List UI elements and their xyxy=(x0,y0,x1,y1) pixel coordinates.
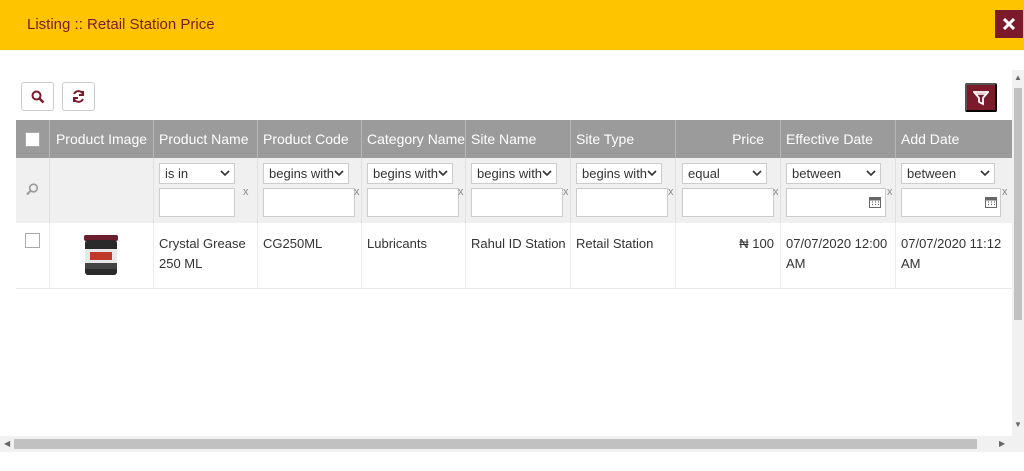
table-row[interactable]: Crystal Grease 250 ML CG250ML Lubricants… xyxy=(16,223,1012,289)
filter-cell-site-type: begins with x xyxy=(571,158,676,223)
clear-filter-category-name[interactable]: x xyxy=(458,186,464,198)
filter-op-select-add-date[interactable]: between xyxy=(901,163,995,184)
scroll-down-icon[interactable]: ▼ xyxy=(1014,420,1022,429)
clear-filter-site-type[interactable]: x xyxy=(668,186,674,198)
filter-icon xyxy=(973,90,989,105)
refresh-button[interactable] xyxy=(62,82,95,111)
filter-input-price[interactable] xyxy=(682,188,774,217)
filter-cell-add-date: between x xyxy=(896,158,1012,223)
title-bar: Listing :: Retail Station Price xyxy=(0,0,1024,50)
clear-filter-product-name[interactable]: x xyxy=(243,186,249,198)
filter-op-select-price[interactable]: equal xyxy=(682,163,767,184)
row-checkbox[interactable] xyxy=(25,233,40,248)
col-header-category-name[interactable]: Category Name xyxy=(362,120,466,158)
filter-cell-image xyxy=(50,158,154,223)
col-header-site-type[interactable]: Site Type xyxy=(571,120,676,158)
select-all-checkbox[interactable] xyxy=(25,131,40,147)
chevron-down-icon xyxy=(866,170,876,177)
grid-header-row: Product Image Product Name Product Code … xyxy=(16,120,1012,158)
clear-filter-add-date[interactable]: x xyxy=(1002,186,1008,198)
cell-category-name: Lubricants xyxy=(362,223,466,289)
clear-filter-site-name[interactable]: x xyxy=(563,186,569,198)
chevron-down-icon xyxy=(438,170,448,177)
product-image-cell xyxy=(50,223,154,289)
clear-filter-product-code[interactable]: x xyxy=(354,186,360,198)
search-icon xyxy=(31,90,44,103)
filter-cell-search xyxy=(16,158,50,223)
scroll-right-icon[interactable]: ▶ xyxy=(999,439,1005,448)
filter-input-site-type[interactable] xyxy=(576,188,668,217)
filter-cell-category-name: begins with x xyxy=(362,158,466,223)
horizontal-scrollbar[interactable]: ◀ ▶ xyxy=(0,436,1012,452)
calendar-icon[interactable] xyxy=(985,196,997,208)
filter-op-select-site-type[interactable]: begins with xyxy=(576,163,662,184)
filter-op-select-product-code[interactable]: begins with xyxy=(263,163,349,184)
filter-input-product-code[interactable] xyxy=(263,188,355,217)
row-select-cell xyxy=(16,223,50,289)
col-header-price[interactable]: Price xyxy=(676,120,781,158)
grid-filter-row: is in x begins with x begins with x begi… xyxy=(16,158,1012,223)
filter-op-select-product-name[interactable]: is in xyxy=(159,163,235,184)
close-button[interactable] xyxy=(995,10,1023,38)
scroll-up-icon[interactable]: ▲ xyxy=(1014,73,1022,82)
filter-toggle-button[interactable] xyxy=(965,83,997,112)
chevron-down-icon xyxy=(647,170,657,177)
filter-input-site-name[interactable] xyxy=(471,188,563,217)
filter-input-category-name[interactable] xyxy=(367,188,459,217)
filter-cell-site-name: begins with x xyxy=(466,158,571,223)
col-header-add-date[interactable]: Add Date xyxy=(896,120,1012,158)
cell-site-name: Rahul ID Station xyxy=(466,223,571,289)
chevron-down-icon xyxy=(542,170,552,177)
vertical-scroll-thumb[interactable] xyxy=(1014,88,1022,320)
product-thumbnail[interactable] xyxy=(82,233,120,277)
clear-filter-effective-date[interactable]: x xyxy=(887,186,893,198)
cell-product-code: CG250ML xyxy=(258,223,362,289)
calendar-icon[interactable] xyxy=(869,196,881,208)
chevron-down-icon xyxy=(334,170,344,177)
cell-effective-date: 07/07/2020 12:00 AM xyxy=(781,223,896,289)
vertical-scrollbar[interactable]: ▲ ▼ xyxy=(1012,70,1024,452)
col-header-effective-date[interactable]: Effective Date xyxy=(781,120,896,158)
filter-cell-effective-date: between x xyxy=(781,158,896,223)
filter-cell-product-name: is in x xyxy=(154,158,258,223)
cell-product-name: Crystal Grease 250 ML xyxy=(154,223,258,289)
footer-strip xyxy=(0,452,1024,471)
filter-op-select-effective-date[interactable]: between xyxy=(786,163,881,184)
close-icon xyxy=(1003,18,1015,30)
page-title: Listing :: Retail Station Price xyxy=(27,16,215,33)
chevron-down-icon xyxy=(980,170,990,177)
filter-op-select-site-name[interactable]: begins with xyxy=(471,163,557,184)
col-header-site-name[interactable]: Site Name xyxy=(466,120,571,158)
chevron-down-icon xyxy=(220,170,230,177)
cell-price: ₦ 100 xyxy=(676,223,781,289)
search-button[interactable] xyxy=(21,82,54,111)
chevron-down-icon xyxy=(752,170,762,177)
filter-op-select-category-name[interactable]: begins with xyxy=(367,163,453,184)
filter-cell-price: equal x xyxy=(676,158,781,223)
scroll-left-icon[interactable]: ◀ xyxy=(4,439,10,448)
select-all-cell xyxy=(16,120,50,158)
refresh-icon xyxy=(73,90,84,103)
filter-input-product-name[interactable] xyxy=(159,188,235,217)
col-header-product-image[interactable]: Product Image xyxy=(50,120,154,158)
cell-add-date: 07/07/2020 11:12 AM xyxy=(901,236,1002,271)
cell-site-type: Retail Station xyxy=(571,223,676,289)
horizontal-scroll-thumb[interactable] xyxy=(14,439,977,449)
col-header-product-name[interactable]: Product Name xyxy=(154,120,258,158)
col-header-product-code[interactable]: Product Code xyxy=(258,120,362,158)
filter-search-icon xyxy=(26,183,39,196)
clear-filter-price[interactable]: x xyxy=(773,186,779,198)
filter-cell-product-code: begins with x xyxy=(258,158,362,223)
